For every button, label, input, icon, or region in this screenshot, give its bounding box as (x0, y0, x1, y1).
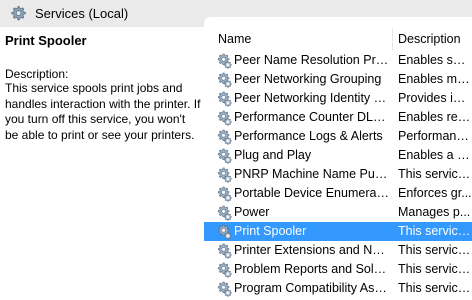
description-label: Description: (5, 67, 69, 81)
table-row-selected[interactable]: Print Spooler This service ... (204, 222, 472, 241)
service-gear-icon (217, 262, 232, 278)
table-row[interactable]: Printer Extensions and Notif... This serv… (204, 241, 472, 260)
service-gear-icon (217, 148, 232, 164)
services-gear-icon (11, 6, 26, 21)
table-row[interactable]: Plug and Play Enables a c... (204, 146, 472, 165)
service-gear-icon (217, 167, 232, 183)
table-row[interactable]: Peer Networking Identity M... Provides id… (204, 89, 472, 108)
service-name-cell: Plug and Play (234, 148, 312, 162)
table-row[interactable]: Performance Counter DLL ... Enables rem..… (204, 108, 472, 127)
service-rows: Peer Name Resolution Prot... Enables serv… (204, 51, 472, 298)
service-gear-icon (217, 91, 232, 107)
service-gear-icon (217, 129, 232, 145)
service-gear-icon (217, 72, 232, 88)
service-description-cell: This service ... (398, 243, 472, 257)
service-description-cell: Provides ide... (398, 91, 472, 105)
service-name-cell: Program Compatibility Assi... (234, 281, 390, 295)
service-description-cell: Manages p... (398, 205, 471, 219)
table-row[interactable]: Peer Name Resolution Prot... Enables serv… (204, 51, 472, 70)
column-header-description[interactable]: Description (398, 27, 472, 51)
service-gear-icon (217, 186, 232, 202)
table-row[interactable]: Problem Reports and Soluti... This servic… (204, 260, 472, 279)
service-name-cell: Peer Networking Identity M... (234, 91, 390, 105)
column-divider[interactable] (392, 28, 393, 50)
service-name-cell: Peer Name Resolution Prot... (234, 53, 390, 67)
service-description-cell: Enables serv... (398, 53, 472, 67)
service-name-cell: Power (234, 205, 270, 219)
table-row[interactable]: Program Compatibility Assi... This servic… (204, 279, 472, 298)
column-header-name[interactable]: Name (218, 27, 388, 51)
service-gear-icon (217, 281, 232, 297)
service-name-cell: Problem Reports and Soluti... (234, 262, 390, 276)
service-name-cell: Peer Networking Grouping (234, 72, 382, 86)
service-name-cell: PNRP Machine Name Publi... (234, 167, 390, 181)
service-description-cell: This service ... (398, 167, 472, 181)
service-gear-icon (217, 243, 232, 259)
service-name-cell: Performance Logs & Alerts (234, 129, 383, 143)
service-description-cell: Enforces gr... (398, 186, 472, 200)
services-list[interactable]: Name Description Peer Name Resolution Pr… (204, 17, 472, 300)
service-name-cell: Print Spooler (234, 224, 307, 238)
service-description-cell: Enables rem... (398, 110, 472, 124)
table-row[interactable]: Performance Logs & Alerts Performanc... (204, 127, 472, 146)
service-description-cell: Enables a c... (398, 148, 472, 162)
service-name-cell: Portable Device Enumerator... (234, 186, 390, 200)
service-description-cell: This service ... (398, 262, 472, 276)
table-row[interactable]: Power Manages p... (204, 203, 472, 222)
service-name-cell: Printer Extensions and Notif... (234, 243, 390, 257)
table-row[interactable]: Peer Networking Grouping Enables mul... (204, 70, 472, 89)
service-description-cell: Enables mul... (398, 72, 472, 86)
header-title: Services (Local) (35, 6, 129, 21)
service-gear-icon (217, 110, 232, 126)
table-row[interactable]: PNRP Machine Name Publi... This service .… (204, 165, 472, 184)
table-row[interactable]: Portable Device Enumerator... Enforces gr… (204, 184, 472, 203)
selected-service-name: Print Spooler (5, 33, 87, 48)
service-gear-icon (217, 224, 232, 240)
service-description-cell: This service ... (398, 224, 472, 238)
service-details-pane: Print Spooler Description: This service … (0, 27, 204, 300)
service-gear-icon (217, 205, 232, 221)
service-description-cell: This service ... (398, 281, 472, 295)
service-name-cell: Performance Counter DLL ... (234, 110, 390, 124)
service-gear-icon (217, 53, 232, 69)
service-description-cell: Performanc... (398, 129, 472, 143)
description-text: This service spools print jobs and handl… (5, 81, 201, 142)
